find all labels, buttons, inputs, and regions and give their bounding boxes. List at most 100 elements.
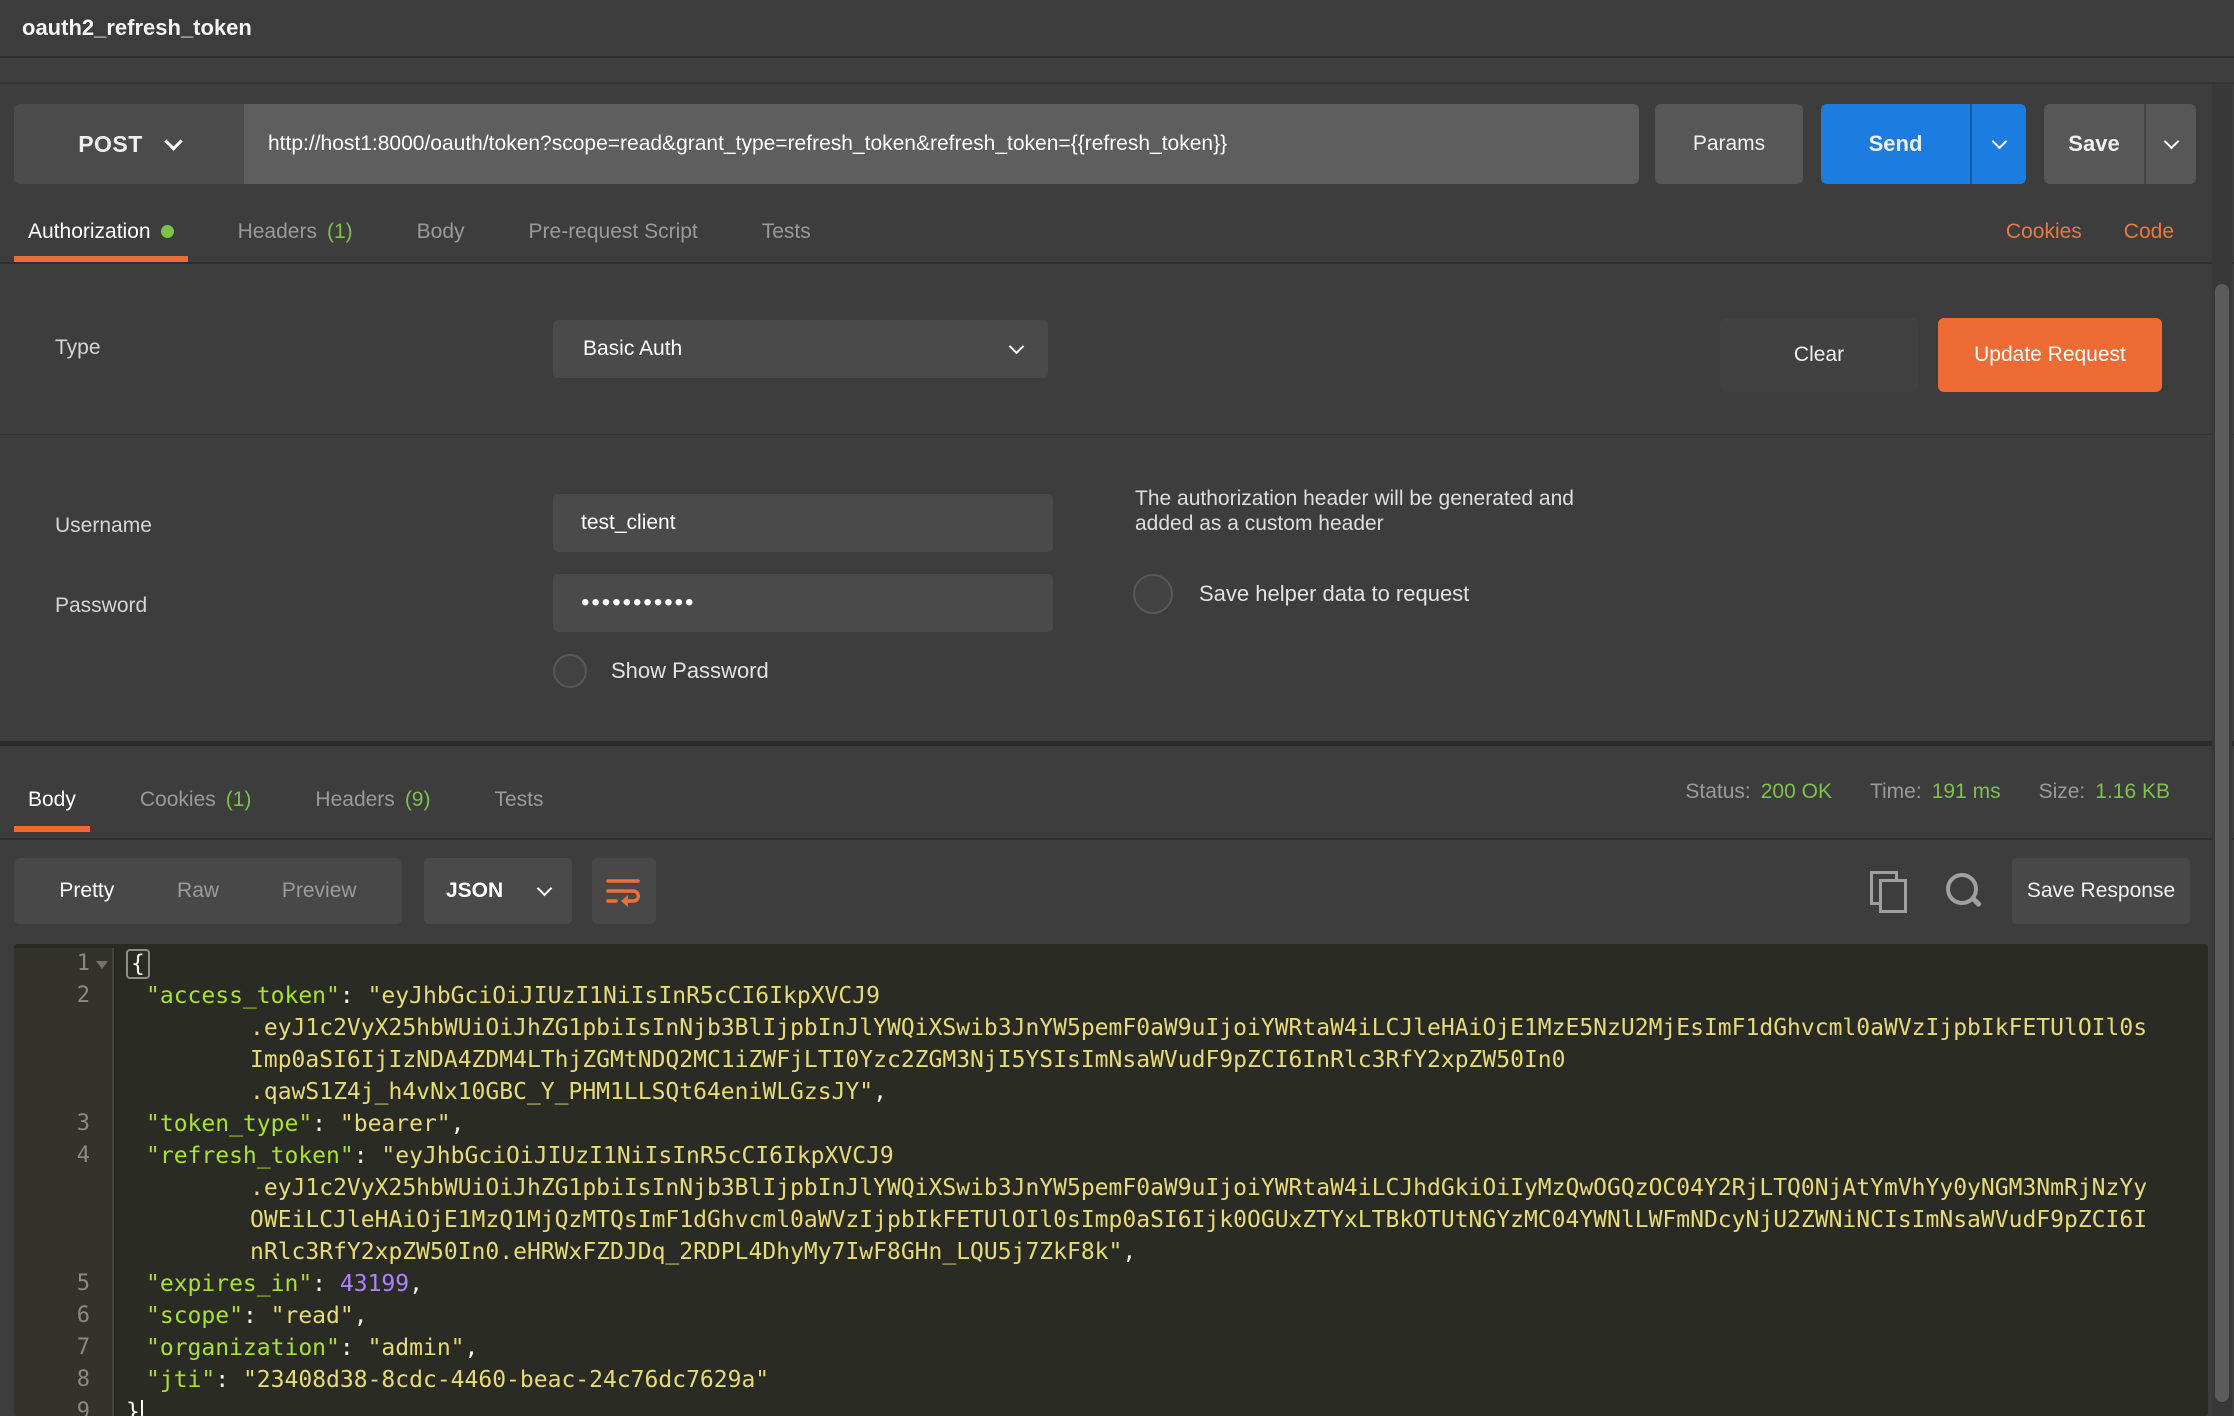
divider bbox=[0, 434, 2234, 435]
tab-count-badge: (9) bbox=[405, 788, 431, 812]
code-line: "expires_in": 43199, bbox=[114, 1268, 423, 1300]
username-label: Username bbox=[55, 514, 152, 538]
response-tabs: BodyCookies(1)Headers(9)Tests Status: 20… bbox=[0, 748, 2234, 840]
line-number-gutter bbox=[14, 1044, 114, 1076]
code-line: .eyJ1c2VyX25hbWUiOiJhZG1pbiIsInNjb3BlIjp… bbox=[114, 1172, 2147, 1204]
postman-app: oauth2_refresh_token POST http://host1:8… bbox=[0, 0, 2234, 1416]
view-mode-pretty[interactable]: Pretty bbox=[59, 879, 114, 903]
scrollbar-thumb[interactable] bbox=[2215, 284, 2229, 1402]
request-title: oauth2_refresh_token bbox=[22, 15, 252, 41]
code-line-row: 3"token_type": "bearer", bbox=[14, 1108, 2208, 1140]
url-input[interactable]: http://host1:8000/oauth/token?scope=read… bbox=[244, 104, 1639, 184]
code-token: , bbox=[465, 1335, 479, 1361]
line-number: 8 bbox=[77, 1367, 90, 1392]
code-token: : bbox=[312, 1111, 340, 1137]
send-options-caret[interactable] bbox=[1972, 104, 2026, 184]
code-line-row: 2"access_token": "eyJhbGciOiJIUzI1NiIsIn… bbox=[14, 980, 2208, 1012]
code-line: "jti": "23408d38-8cdc-4460-beac-24c76dc7… bbox=[114, 1364, 769, 1396]
tab-cookies[interactable]: Cookies(1) bbox=[126, 748, 266, 838]
code-token: "scope" bbox=[146, 1303, 243, 1329]
tab-label: Pre-request Script bbox=[529, 220, 698, 244]
save-helper-label: Save helper data to request bbox=[1199, 581, 1469, 607]
time-pair: Time: 191 ms bbox=[1870, 780, 2001, 804]
code-token: "admin" bbox=[368, 1335, 465, 1361]
save-button[interactable]: Save bbox=[2044, 104, 2196, 184]
code-token: nRlc3RfY2xpZW50In0.eHRWxFZDJDq_2RDPL4Dhy… bbox=[250, 1239, 1122, 1265]
url-text: http://host1:8000/oauth/token?scope=read… bbox=[268, 132, 1227, 156]
wrap-text-button[interactable] bbox=[592, 858, 656, 924]
code-line-row: 6"scope": "read", bbox=[14, 1300, 2208, 1332]
code-line-row: 9} bbox=[14, 1396, 2208, 1416]
code-line: Imp0aSI6IjIzNDA4ZDM4LThjZGMtNDQ2MC1iZWFj… bbox=[114, 1044, 1565, 1076]
type-label: Type bbox=[55, 336, 101, 360]
scrollbar[interactable] bbox=[2212, 84, 2232, 1416]
clear-button[interactable]: Clear bbox=[1720, 318, 1918, 392]
code-link[interactable]: Code bbox=[2124, 220, 2174, 244]
chevron-down-icon bbox=[537, 880, 553, 896]
line-number-gutter: 4 bbox=[14, 1140, 114, 1172]
format-select[interactable]: JSON bbox=[424, 858, 572, 924]
send-button[interactable]: Send bbox=[1821, 104, 2026, 184]
code-line-row: .eyJ1c2VyX25hbWUiOiJhZG1pbiIsInNjb3BlIjp… bbox=[14, 1172, 2208, 1204]
code-token: : bbox=[340, 983, 368, 1009]
line-number: 1 bbox=[77, 951, 90, 976]
cookies-link[interactable]: Cookies bbox=[2006, 220, 2082, 244]
chevron-down-icon bbox=[1009, 338, 1025, 354]
send-label[interactable]: Send bbox=[1821, 104, 1972, 184]
view-mode-preview[interactable]: Preview bbox=[282, 879, 357, 903]
line-number: 9 bbox=[77, 1399, 90, 1416]
tab-pre-request-script[interactable]: Pre-request Script bbox=[515, 202, 712, 262]
code-token: "refresh_token" bbox=[146, 1143, 354, 1169]
tab-authorization[interactable]: Authorization bbox=[14, 202, 188, 262]
show-password-checkbox[interactable] bbox=[553, 654, 587, 688]
tab-headers[interactable]: Headers (1) bbox=[224, 202, 367, 262]
code-line-row: .qawS1Z4j_h4vNx10GBC_Y_PHM1LLSQt64eniWLG… bbox=[14, 1076, 2208, 1108]
update-request-button[interactable]: Update Request bbox=[1938, 318, 2162, 392]
response-body-viewer[interactable]: 1{2"access_token": "eyJhbGciOiJIUzI1NiIs… bbox=[14, 944, 2208, 1416]
code-token: "bearer" bbox=[340, 1111, 451, 1137]
save-options-caret[interactable] bbox=[2146, 104, 2196, 184]
auth-type-select[interactable]: Basic Auth bbox=[553, 320, 1048, 378]
params-button[interactable]: Params bbox=[1655, 104, 1803, 184]
code-line-row: 1{ bbox=[14, 948, 2208, 980]
tab-body[interactable]: Body bbox=[14, 748, 90, 838]
code-token: , bbox=[1122, 1239, 1136, 1265]
tab-tests[interactable]: Tests bbox=[480, 748, 557, 838]
code-line: .qawS1Z4j_h4vNx10GBC_Y_PHM1LLSQt64eniWLG… bbox=[114, 1076, 887, 1108]
authorization-panel: Type Basic Auth Clear Update Request Use… bbox=[0, 266, 2234, 746]
tab-label: Headers bbox=[238, 220, 317, 244]
password-field[interactable] bbox=[553, 574, 1053, 632]
fold-arrow-icon[interactable] bbox=[96, 961, 108, 969]
search-icon[interactable] bbox=[1944, 871, 1982, 911]
save-label[interactable]: Save bbox=[2044, 104, 2146, 184]
line-number-gutter: 5 bbox=[14, 1268, 114, 1300]
chevron-down-icon bbox=[1991, 133, 2007, 149]
code-token: : bbox=[243, 1303, 271, 1329]
tab-label: Body bbox=[28, 788, 76, 812]
code-token: "eyJhbGciOiJIUzI1NiIsInR5cCI6IkpXVCJ9 bbox=[381, 1143, 893, 1169]
username-field[interactable] bbox=[553, 494, 1053, 552]
code-token: : bbox=[340, 1335, 368, 1361]
code-line: .eyJ1c2VyX25hbWUiOiJhZG1pbiIsInNjb3BlIjp… bbox=[114, 1012, 2147, 1044]
auth-helper-note: The authorization header will be generat… bbox=[1135, 486, 1635, 536]
save-helper-checkbox[interactable] bbox=[1133, 574, 1173, 614]
tab-body[interactable]: Body bbox=[403, 202, 479, 262]
wrap-text-icon bbox=[605, 875, 643, 907]
tab-tests[interactable]: Tests bbox=[748, 202, 825, 262]
tab-headers[interactable]: Headers(9) bbox=[301, 748, 444, 838]
code-token: "23408d38-8cdc-4460-beac-24c76dc7629a" bbox=[243, 1367, 769, 1393]
save-response-button[interactable]: Save Response bbox=[2012, 858, 2190, 924]
line-number: 4 bbox=[77, 1143, 90, 1168]
line-number-gutter bbox=[14, 1012, 114, 1044]
method-dropdown[interactable]: POST bbox=[14, 104, 244, 184]
size-pair: Size: 1.16 KB bbox=[2039, 780, 2170, 804]
request-title-bar: oauth2_refresh_token bbox=[0, 0, 2234, 58]
line-number-gutter bbox=[14, 1076, 114, 1108]
code-token: : bbox=[354, 1143, 382, 1169]
copy-icon[interactable] bbox=[1870, 871, 1906, 911]
code-token: "expires_in" bbox=[146, 1271, 312, 1297]
time-label: Time: bbox=[1870, 780, 1922, 804]
view-mode-raw[interactable]: Raw bbox=[177, 879, 219, 903]
code-line: } bbox=[114, 1396, 143, 1416]
tab-count-badge: (1) bbox=[327, 220, 353, 244]
